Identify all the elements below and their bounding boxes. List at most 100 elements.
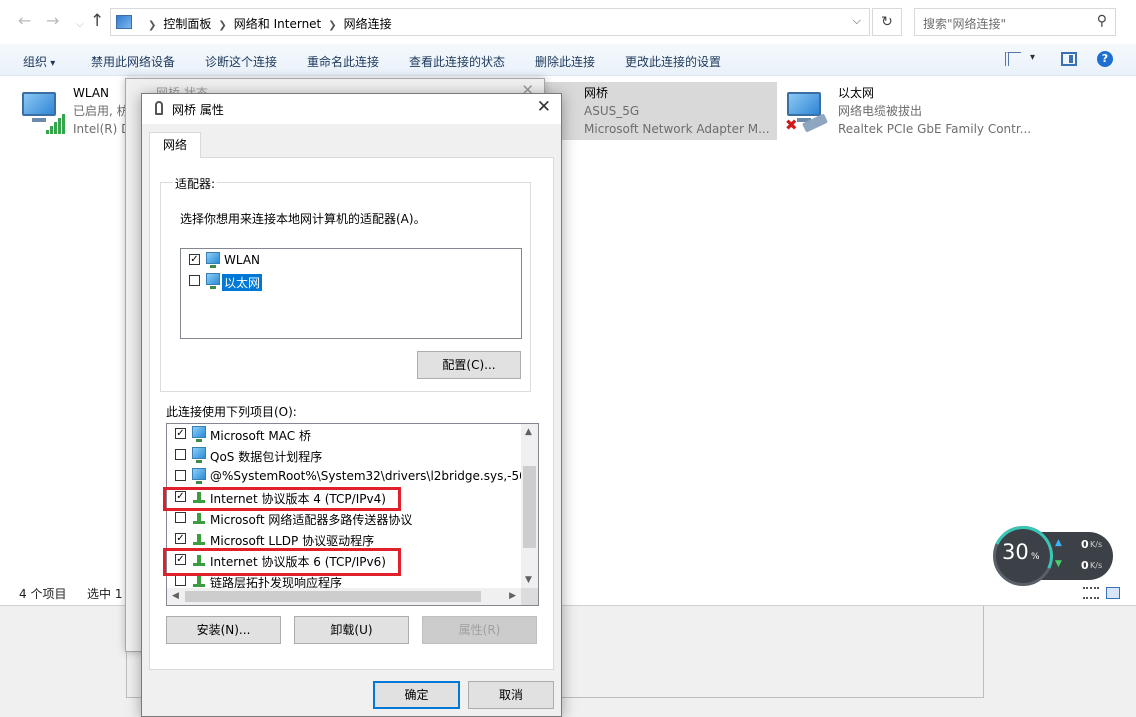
breadcrumb: ❯ 控制面板 ❯ 网络和 Internet ❯ 网络连接 [141,15,392,32]
breadcrumb-item[interactable]: 控制面板 [163,17,211,31]
control-panel-icon [116,15,132,29]
network-adapter-icon [155,101,163,115]
items-label: 此连接使用下列项目(O): [166,405,297,419]
annotation-ipv6-highlight [163,548,401,576]
upload-unit: K/s [1090,540,1103,549]
chevron-down-icon[interactable]: ▾ [1030,52,1035,63]
connection-bridge[interactable]: 网桥 ASUS_5G Microsoft Network Adapter M..… [531,82,777,140]
bridge-properties-dialog: 网桥 属性 ✕ 网络 适配器: 选择你想用来连接本地网计算机的适配器(A)。 ✓… [141,93,562,717]
list-item[interactable]: QoS 数据包计划程序 [167,445,522,466]
adapter-checkbox[interactable] [189,275,200,286]
change-settings-button[interactable]: 更改此连接的设置 [625,53,721,70]
item-checkbox[interactable] [175,512,186,523]
breadcrumb-item[interactable]: 网络和 Internet [234,17,321,31]
adapter-checkbox[interactable]: ✓ [189,254,200,265]
details-view-icon[interactable] [1083,587,1099,599]
wireless-network-icon [20,88,65,134]
view-options-icon[interactable] [1005,52,1021,66]
cpu-gauge: 30 % [984,517,1062,595]
chevron-right-icon: ❯ [328,20,337,31]
configure-button[interactable]: 配置(C)... [417,351,521,379]
disable-device-button[interactable]: 禁用此网络设备 [91,53,175,70]
install-button[interactable]: 安装(N)... [166,616,281,644]
diagnose-button[interactable]: 诊断这个连接 [205,53,277,70]
item-checkbox[interactable]: ✓ [175,428,186,439]
components-list[interactable]: ✓ Microsoft MAC 桥 QoS 数据包计划程序 @%SystemRo… [166,423,539,606]
download-arrow-icon: ▼ [1055,559,1062,569]
item-checkbox[interactable]: ✓ [175,533,186,544]
uninstall-button[interactable]: 卸载(U) [294,616,409,644]
item-checkbox[interactable] [175,575,186,586]
network-adapter-icon [206,252,220,268]
connection-status: 网络电缆被拔出 [838,104,923,118]
annotation-ipv4-highlight [163,487,401,511]
forward-arrow-icon[interactable]: → [46,12,59,30]
scroll-down-icon[interactable]: ▼ [525,575,532,585]
dialog-title: 网桥 属性 [172,103,224,117]
item-checkbox[interactable] [175,470,186,481]
cancel-button[interactable]: 取消 [468,681,554,709]
download-unit: K/s [1090,561,1103,570]
item-checkbox[interactable] [175,449,186,460]
list-item[interactable]: ✓ Microsoft LLDP 协议驱动程序 [167,529,522,550]
protocol-icon [193,513,205,524]
dialog-titlebar: 网桥 属性 ✕ [142,94,561,124]
connection-name: 网桥 [584,86,609,100]
chevron-down-icon[interactable]: ⌵ [853,14,861,28]
list-item[interactable]: ✓ Microsoft MAC 桥 [167,424,522,445]
scroll-thumb[interactable] [523,466,536,548]
scroll-thumb[interactable] [185,591,481,602]
connection-wlan[interactable]: WLAN 已启用, 枋 Intel(R) D [20,82,130,140]
network-speed-widget[interactable]: 30 % ▲ 0 K/s ▼ 0 K/s [984,517,1113,595]
address-field[interactable]: ❯ 控制面板 ❯ 网络和 Internet ❯ 网络连接 ⌵ [110,8,870,36]
network-client-icon [192,426,206,442]
adapter-list[interactable]: ✓ WLAN 以太网 [180,248,522,339]
gauge-percent-sign: % [1031,552,1040,562]
tab-network[interactable]: 网络 [149,132,201,158]
close-icon[interactable]: ✕ [537,97,551,117]
scroll-up-icon[interactable]: ▲ [525,427,532,437]
large-icons-view-icon[interactable] [1106,587,1120,599]
list-item[interactable]: @%SystemRoot%\System32\drivers\l2bridge.… [167,466,522,487]
scroll-left-icon[interactable]: ◀ [172,591,179,601]
protocol-icon [193,576,205,587]
ok-button[interactable]: 确定 [373,681,460,709]
command-bar: 组织 禁用此网络设备 诊断这个连接 重命名此连接 查看此连接的状态 删除此连接 … [0,44,1136,76]
upload-arrow-icon: ▲ [1055,538,1062,548]
adapter-item[interactable]: 以太网 [181,271,521,292]
upload-value: 0 [1081,538,1089,551]
connection-ethernet[interactable]: ✖ 以太网 网络电缆被拔出 Realtek PCIe GbE Family Co… [785,82,1035,140]
gauge-value: 30 [1002,540,1029,564]
item-name: Microsoft MAC 桥 [210,429,311,443]
item-name: QoS 数据包计划程序 [210,450,323,464]
preview-pane-icon[interactable] [1061,52,1077,66]
view-status-button[interactable]: 查看此连接的状态 [409,53,505,70]
horizontal-scrollbar[interactable]: ◀ ▶ [167,588,521,605]
connection-status: 已启用, 枋 [73,104,129,118]
item-count: 4 个项目 [19,587,67,601]
up-arrow-icon[interactable]: ↑ [90,12,104,30]
search-input[interactable]: 搜索"网络连接" ⚲ [914,8,1116,36]
item-name: Microsoft LLDP 协议驱动程序 [210,534,375,548]
chevron-right-icon: ❯ [148,20,157,31]
help-icon[interactable]: ? [1097,51,1113,67]
list-item[interactable]: Microsoft 网络适配器多路传送器协议 [167,508,522,529]
scroll-right-icon[interactable]: ▶ [509,591,516,601]
breadcrumb-item[interactable]: 网络连接 [344,17,392,31]
address-bar-area: ← → ⌵ ↑ ❯ 控制面板 ❯ 网络和 Internet ❯ 网络连接 ⌵ ↻ 搜索"网… [0,0,1136,44]
chevron-right-icon: ❯ [218,20,227,31]
rename-button[interactable]: 重命名此连接 [307,53,379,70]
protocol-icon [193,534,205,545]
connection-adapter: Microsoft Network Adapter M... [584,122,770,136]
back-arrow-icon[interactable]: ← [18,12,31,30]
properties-button[interactable]: 属性(R) [422,616,537,644]
adapter-item[interactable]: ✓ WLAN [181,250,521,271]
refresh-button[interactable]: ↻ [872,8,902,36]
connection-adapter: Intel(R) D [73,122,131,136]
recent-dropdown-icon[interactable]: ⌵ [76,16,84,34]
adapters-group-label: 适配器: [173,175,218,192]
vertical-scrollbar[interactable]: ▲ ▼ [521,424,538,588]
organize-menu[interactable]: 组织 [23,53,55,70]
delete-connection-button[interactable]: 删除此连接 [535,53,595,70]
network-client-icon [192,447,206,463]
